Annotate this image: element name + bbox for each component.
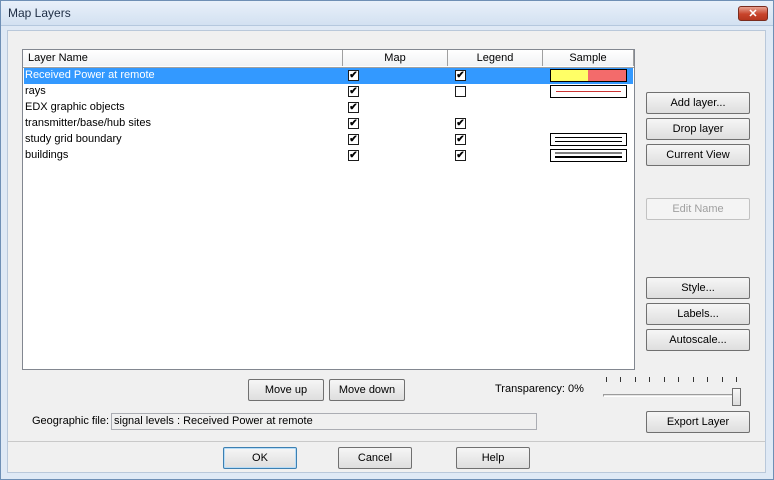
layer-name: study grid boundary: [25, 133, 122, 145]
column-header-map[interactable]: Map: [343, 50, 448, 66]
layer-name: buildings: [25, 149, 69, 161]
map-checkbox[interactable]: ✔: [348, 102, 359, 113]
layer-row-rays[interactable]: rays ✔: [24, 84, 633, 100]
window-title: Map Layers: [8, 6, 71, 20]
column-header-legend[interactable]: Legend: [448, 50, 543, 66]
cancel-button[interactable]: Cancel: [338, 447, 412, 469]
edit-name-button[interactable]: Edit Name: [646, 198, 750, 220]
transparency-slider-thumb[interactable]: [732, 388, 741, 406]
column-header-sample[interactable]: Sample: [543, 50, 634, 66]
column-header-layer-name[interactable]: Layer Name: [23, 50, 343, 66]
title-bar: Map Layers ✕: [1, 1, 773, 26]
ok-button[interactable]: OK: [223, 447, 297, 469]
layer-list-header: Layer Name Map Legend Sample: [23, 50, 634, 68]
sample-swatch-double-line: [550, 133, 627, 146]
layer-name: Received Power at remote: [25, 69, 155, 81]
layer-list[interactable]: Layer Name Map Legend Sample Received Po…: [22, 49, 635, 370]
transparency-slider-ticks: [606, 377, 740, 383]
dialog-client-area: Layer Name Map Legend Sample Received Po…: [7, 30, 766, 473]
autoscale-button[interactable]: Autoscale...: [646, 329, 750, 351]
add-layer-button[interactable]: Add layer...: [646, 92, 750, 114]
geographic-file-field: signal levels : Received Power at remote: [111, 413, 537, 430]
map-checkbox[interactable]: ✔: [348, 86, 359, 97]
help-button[interactable]: Help: [456, 447, 530, 469]
sample-swatch-thin-line: [550, 85, 627, 98]
close-button[interactable]: ✕: [738, 6, 768, 21]
layer-row-edx-graphic-objects[interactable]: EDX graphic objects ✔: [24, 100, 633, 116]
layer-name: rays: [25, 85, 46, 97]
legend-checkbox[interactable]: ✔: [455, 70, 466, 81]
footer-divider: [8, 441, 765, 442]
move-up-button[interactable]: Move up: [248, 379, 324, 401]
legend-checkbox[interactable]: ✔: [455, 118, 466, 129]
map-checkbox[interactable]: ✔: [348, 70, 359, 81]
transparency-label: Transparency: 0%: [495, 383, 584, 395]
transparency-slider[interactable]: [603, 394, 738, 397]
move-down-button[interactable]: Move down: [329, 379, 405, 401]
layer-row-transmitter-sites[interactable]: transmitter/base/hub sites ✔ ✔: [24, 116, 633, 132]
drop-layer-button[interactable]: Drop layer: [646, 118, 750, 140]
legend-checkbox[interactable]: ✔: [455, 150, 466, 161]
style-button[interactable]: Style...: [646, 277, 750, 299]
sample-swatch-thick-double-line: [550, 149, 627, 162]
geographic-file-label: Geographic file:: [32, 415, 110, 427]
current-view-button[interactable]: Current View: [646, 144, 750, 166]
map-layers-dialog: Map Layers ✕ Layer Name Map Legend Sampl…: [0, 0, 774, 480]
export-layer-button[interactable]: Export Layer: [646, 411, 750, 433]
map-checkbox[interactable]: ✔: [348, 134, 359, 145]
layer-row-buildings[interactable]: buildings ✔ ✔: [24, 148, 633, 164]
labels-button[interactable]: Labels...: [646, 303, 750, 325]
map-checkbox[interactable]: ✔: [348, 118, 359, 129]
map-checkbox[interactable]: ✔: [348, 150, 359, 161]
legend-checkbox[interactable]: [455, 86, 466, 97]
legend-checkbox[interactable]: ✔: [455, 134, 466, 145]
layer-row-received-power[interactable]: Received Power at remote ✔ ✔: [24, 68, 633, 84]
layer-name: EDX graphic objects: [25, 101, 125, 113]
layer-name: transmitter/base/hub sites: [25, 117, 151, 129]
layer-row-study-grid-boundary[interactable]: study grid boundary ✔ ✔: [24, 132, 633, 148]
sample-swatch-signal-levels: [550, 69, 627, 82]
close-icon: ✕: [748, 8, 758, 20]
